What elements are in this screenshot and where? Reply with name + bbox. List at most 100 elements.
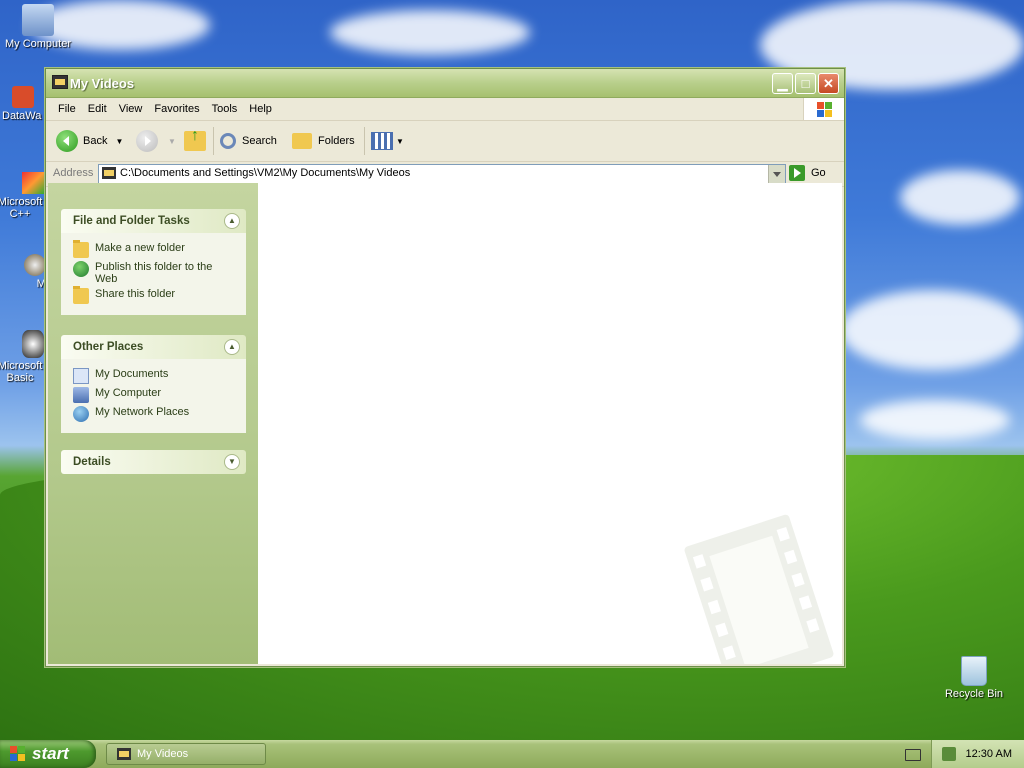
taskbar-item-my-videos[interactable]: My Videos — [106, 743, 266, 765]
folders-icon — [292, 133, 312, 149]
explorer-window: My Videos ▁ □ ✕ File Edit View Favorites Too… — [45, 68, 845, 667]
back-label: Back — [83, 135, 108, 147]
my-computer-icon — [73, 387, 89, 403]
film-watermark-icon — [683, 513, 835, 664]
menu-bar: File Edit View Favorites Tools Help — [46, 98, 844, 121]
windows-logo-icon — [803, 98, 844, 120]
back-button[interactable]: Back ▼ — [56, 129, 123, 153]
my-videos-folder-icon — [117, 748, 131, 760]
collapse-chevron-icon[interactable]: ▲ — [224, 339, 240, 355]
new-folder-icon — [73, 240, 89, 258]
toolbar: Back ▼ ▼ ↑ Search Folders ▼ — [46, 121, 844, 162]
search-button[interactable]: Search — [220, 129, 277, 153]
start-button[interactable]: start — [0, 740, 96, 768]
desktop-icon-microsoft-cpp[interactable]: Microsoft C++ — [0, 172, 50, 220]
views-button[interactable]: ▼ — [371, 129, 404, 153]
panel-header[interactable]: File and Folder Tasks ▲ — [61, 209, 246, 233]
my-computer-icon — [22, 4, 54, 36]
folder-content-area[interactable] — [258, 183, 842, 664]
address-dropdown-icon[interactable] — [768, 165, 785, 183]
place-label: My Network Places — [95, 406, 190, 418]
window-title: My Videos — [70, 76, 135, 91]
menu-file[interactable]: File — [52, 98, 82, 120]
clock[interactable]: 12:30 AM — [966, 748, 1012, 760]
desktop-icon-label: Recycle Bin — [944, 688, 1004, 700]
toolbar-separator — [213, 127, 214, 155]
panel-header[interactable]: Details ▼ — [61, 450, 246, 474]
system-tray: 12:30 AM — [931, 740, 1024, 768]
desktop-icon-label: Microsoft C++ — [0, 196, 43, 220]
back-dropdown-icon[interactable]: ▼ — [115, 137, 123, 146]
forward-dropdown-icon: ▼ — [168, 136, 176, 146]
toolbar-separator — [364, 127, 365, 155]
up-folder-button[interactable]: ↑ — [184, 127, 206, 153]
back-arrow-icon — [56, 130, 78, 152]
shortcut-icon — [22, 172, 44, 194]
file-and-folder-tasks-panel: File and Folder Tasks ▲ Make a new folde… — [61, 209, 246, 315]
cloud — [900, 170, 1020, 225]
forward-button[interactable]: ▼ — [136, 129, 176, 153]
details-panel: Details ▼ — [61, 450, 246, 474]
cloud — [330, 10, 530, 55]
task-label: Make a new folder — [95, 242, 185, 254]
task-pane: File and Folder Tasks ▲ Make a new folde… — [48, 183, 258, 664]
my-videos-folder-icon — [102, 167, 116, 179]
taskbar-item-label: My Videos — [137, 748, 189, 760]
shortcut-icon — [12, 86, 34, 108]
network-tray-icon[interactable] — [942, 747, 956, 761]
keyboard-language-icon[interactable] — [905, 749, 921, 761]
collapse-chevron-icon[interactable]: ▲ — [224, 213, 240, 229]
start-label: start — [32, 744, 69, 763]
place-my-computer[interactable]: My Computer — [73, 387, 246, 403]
maximize-button[interactable]: □ — [795, 73, 816, 94]
task-label: Share this folder — [95, 288, 176, 300]
expand-chevron-icon[interactable]: ▼ — [224, 454, 240, 470]
folders-button[interactable]: Folders — [292, 129, 355, 153]
panel-body: Make a new folder Publish this folder to… — [61, 233, 246, 315]
desktop-icon-microsoft-basic[interactable]: Microsoft Basic — [0, 330, 50, 384]
panel-title: File and Folder Tasks — [73, 215, 190, 227]
address-label: Address — [53, 167, 94, 179]
panel-title: Other Places — [73, 341, 144, 353]
cloud — [840, 290, 1024, 370]
forward-arrow-icon — [136, 130, 158, 152]
place-my-network-places[interactable]: My Network Places — [73, 406, 246, 422]
network-places-icon — [73, 406, 89, 422]
cloud — [860, 400, 1010, 440]
desktop-icon-recycle-bin[interactable]: Recycle Bin — [936, 656, 1012, 700]
close-button[interactable]: ✕ — [818, 73, 839, 94]
task-label: Publish this folder to the Web — [95, 261, 213, 285]
go-button[interactable]: Go — [789, 165, 826, 181]
recycle-bin-icon — [961, 656, 987, 686]
views-dropdown-icon: ▼ — [396, 136, 404, 146]
desktop-icon-label: Microsoft Basic — [0, 360, 43, 384]
views-icon — [371, 132, 393, 150]
panel-header[interactable]: Other Places ▲ — [61, 335, 246, 359]
desktop-icon-label: DataWa — [2, 110, 42, 122]
task-make-new-folder[interactable]: Make a new folder — [73, 240, 246, 258]
task-publish-folder-to-web[interactable]: Publish this folder to the Web — [73, 261, 246, 285]
menu-tools[interactable]: Tools — [206, 98, 244, 120]
menu-favorites[interactable]: Favorites — [148, 98, 205, 120]
title-bar[interactable]: My Videos ▁ □ ✕ — [46, 69, 844, 98]
minimize-button[interactable]: ▁ — [772, 73, 793, 94]
go-label: Go — [811, 167, 826, 179]
shortcut-icon — [22, 330, 44, 358]
address-value: C:\Documents and Settings\VM2\My Documen… — [120, 167, 411, 179]
menu-help[interactable]: Help — [243, 98, 278, 120]
windows-flag-icon — [10, 746, 26, 762]
place-label: My Documents — [95, 368, 169, 380]
menu-view[interactable]: View — [113, 98, 149, 120]
menu-edit[interactable]: Edit — [82, 98, 113, 120]
address-input[interactable]: C:\Documents and Settings\VM2\My Documen… — [98, 164, 786, 184]
folders-label: Folders — [318, 135, 355, 147]
up-folder-icon: ↑ — [184, 127, 206, 151]
shortcut-icon — [24, 254, 46, 276]
place-my-documents[interactable]: My Documents — [73, 368, 246, 384]
search-label: Search — [242, 135, 277, 147]
task-share-folder[interactable]: Share this folder — [73, 286, 246, 304]
panel-title: Details — [73, 456, 111, 468]
desktop-icon-my-computer[interactable]: My Computer — [0, 4, 76, 50]
go-arrow-icon — [789, 165, 805, 181]
my-documents-icon — [73, 368, 89, 384]
